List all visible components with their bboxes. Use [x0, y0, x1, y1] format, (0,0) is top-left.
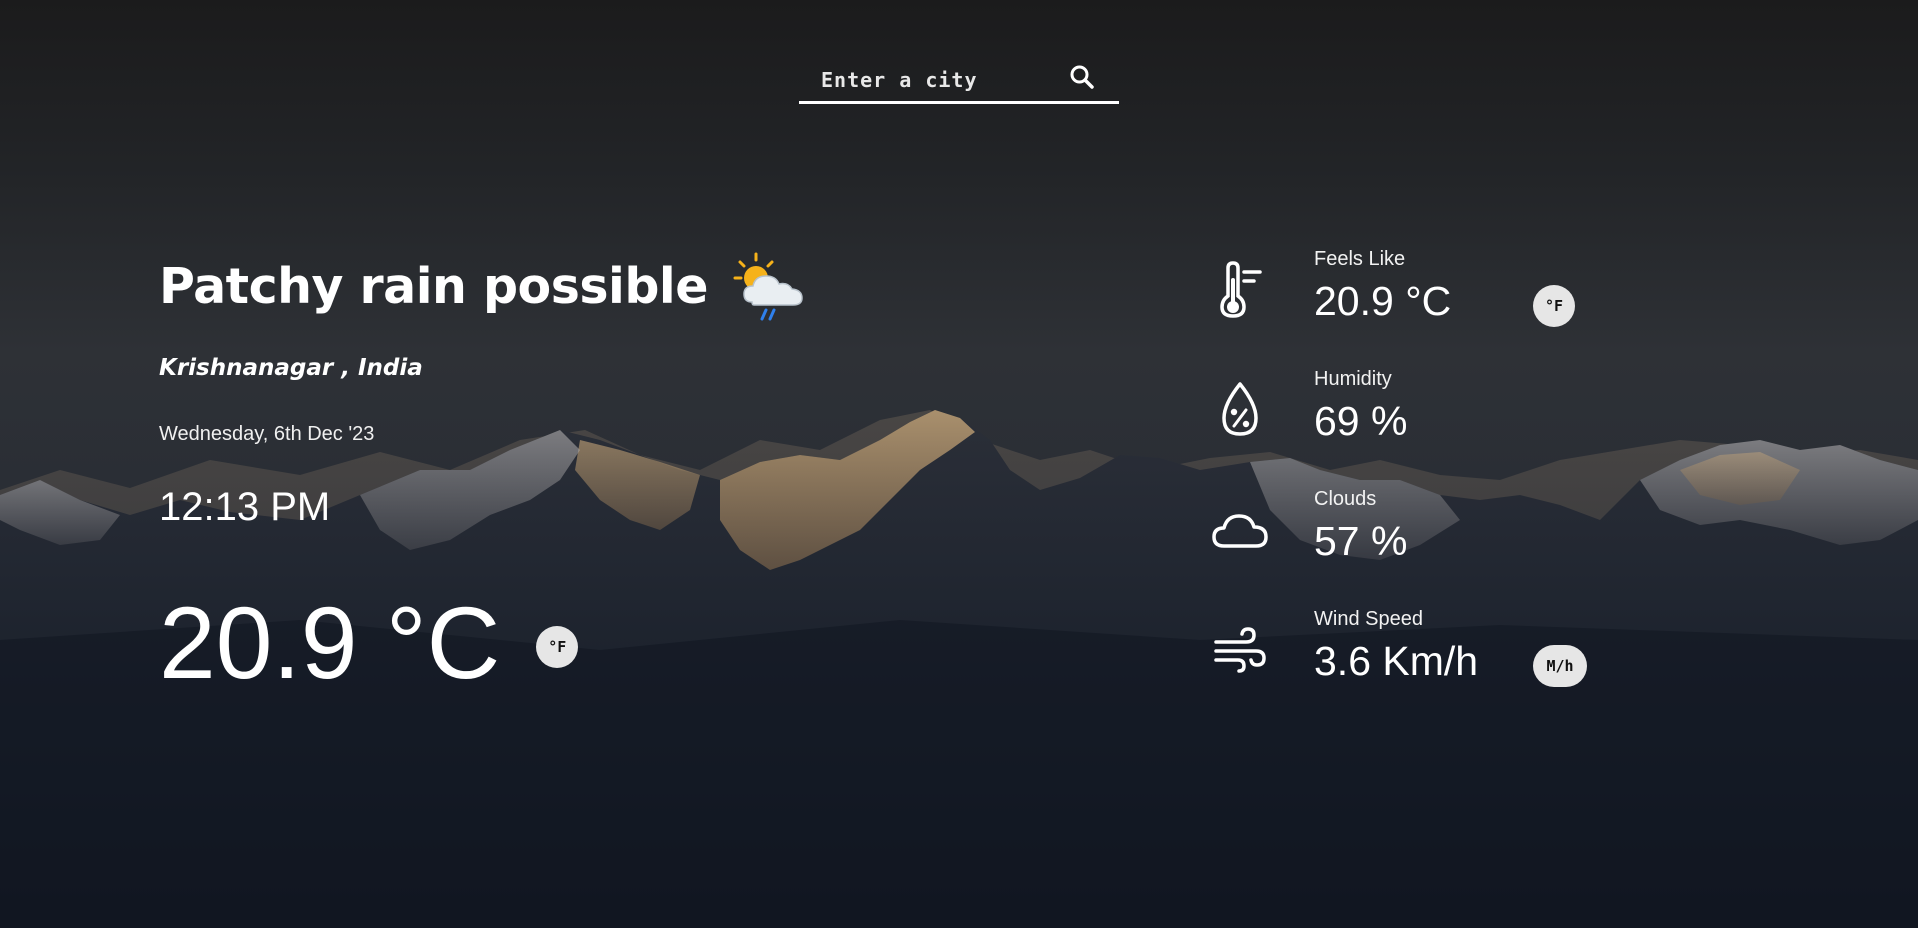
- weather-condition: Patchy rain possible: [159, 250, 806, 322]
- wind-speed-label: Wind Speed: [1314, 608, 1423, 630]
- humidity-drop-icon: [1222, 382, 1258, 436]
- current-temperature: 20.9 °C °F: [159, 586, 579, 700]
- fahrenheit-toggle-button[interactable]: °F: [536, 626, 579, 668]
- sun-cloud-rain-icon: [733, 252, 803, 321]
- temperature-value: 20.9 °C: [159, 586, 501, 700]
- mountain-background: [0, 410, 1918, 928]
- wind-icon: [1214, 627, 1266, 673]
- humidity-value: 69 %: [1314, 398, 1408, 444]
- stat-feels-like: Feels Like 20.9 °C °F: [1210, 240, 1630, 360]
- wind-speed-value: 3.6 Km/h: [1314, 638, 1479, 684]
- weather-app: Patchy rain possible Krishnanagar , Indi…: [0, 0, 1918, 928]
- date: Wednesday, 6th Dec '23: [159, 423, 375, 445]
- weather-stats: Feels Like 20.9 °C °F Humidity 69 % Clou…: [1210, 240, 1630, 720]
- stat-humidity: Humidity 69 %: [1210, 360, 1630, 480]
- city-search: [799, 56, 1119, 104]
- stat-clouds: Clouds 57 %: [1210, 480, 1630, 600]
- condition-text: Patchy rain possible: [159, 257, 708, 315]
- wind-unit-toggle-button[interactable]: M/h: [1533, 645, 1587, 687]
- search-input[interactable]: [819, 64, 1063, 96]
- time: 12:13 PM: [159, 485, 331, 529]
- stat-wind-speed: Wind Speed 3.6 Km/h M/h: [1210, 600, 1630, 720]
- location: Krishnanagar , India: [159, 355, 423, 381]
- cloud-icon: [1212, 514, 1268, 548]
- clouds-value: 57 %: [1314, 518, 1408, 564]
- feels-like-value: 20.9 °C: [1314, 278, 1452, 324]
- feels-like-fahrenheit-toggle-button[interactable]: °F: [1533, 285, 1575, 327]
- feels-like-label: Feels Like: [1314, 248, 1406, 270]
- search-icon[interactable]: [1067, 62, 1097, 92]
- clouds-label: Clouds: [1314, 488, 1377, 510]
- thermometer-icon: [1220, 261, 1262, 318]
- humidity-label: Humidity: [1314, 368, 1392, 390]
